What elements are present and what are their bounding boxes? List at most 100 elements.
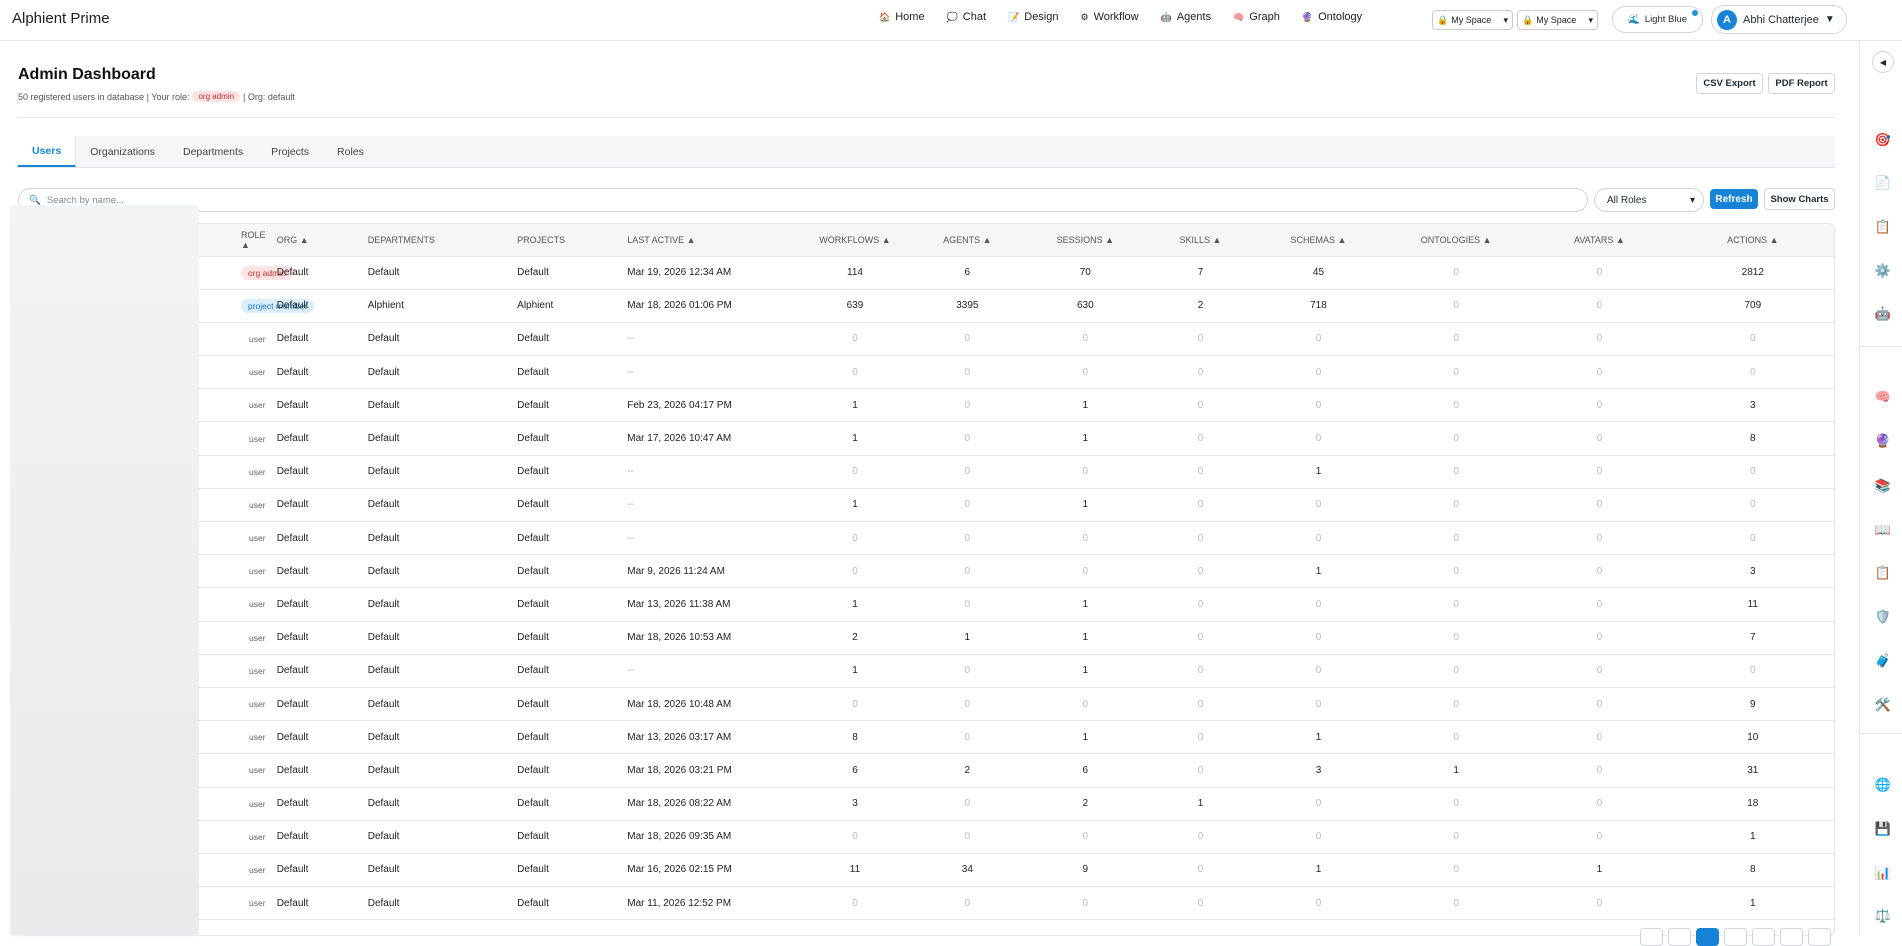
role-badge: user: [249, 333, 266, 344]
role-badge: user: [249, 898, 266, 909]
nav-workflow[interactable]: ⚙ Workflow: [1081, 11, 1139, 23]
page-button[interactable]: [1752, 928, 1775, 946]
table-row[interactable]: user Default Default Default Mar 13, 2026 03…: [19, 720, 1834, 755]
column-header[interactable]: AVATARS ▲: [1529, 224, 1670, 257]
table-cell: 0: [1529, 289, 1670, 323]
tab-projects[interactable]: Projects: [257, 136, 323, 167]
table-row[interactable]: user Default Default Default Mar 9, 2026 11:…: [19, 554, 1834, 589]
document-icon[interactable]: 📄: [1874, 175, 1892, 191]
table-row[interactable]: org admin Default Default Default Mar 19, 20…: [19, 256, 1834, 290]
tools-icon[interactable]: 🛠️: [1874, 697, 1892, 713]
table-cell: 0: [1669, 355, 1834, 390]
table-row[interactable]: user Default Default Default -- 0 0 0 0 0 0 0 0: [19, 521, 1834, 556]
table-row[interactable]: user Default Default Default Mar 18, 2026 03…: [19, 753, 1834, 788]
target-icon[interactable]: 🎯: [1874, 132, 1892, 148]
table-cell: 8: [1669, 421, 1834, 456]
user-menu-button[interactable]: A Abhi Chatterjee ▼: [1711, 5, 1847, 34]
table-row[interactable]: user Default Default Default -- 1 0 1 0 0 0 0 0: [19, 654, 1834, 688]
collapse-sidebar-button[interactable]: ◀: [1872, 51, 1894, 73]
column-header[interactable]: SESSIONS ▲: [1023, 224, 1148, 257]
tab-organizations[interactable]: Organizations: [76, 136, 169, 167]
page-button[interactable]: [1780, 928, 1803, 946]
crystal-ball-icon[interactable]: 🔮: [1874, 433, 1892, 449]
brain-icon[interactable]: 🧠: [1874, 389, 1892, 405]
refresh-button[interactable]: Refresh: [1710, 189, 1758, 209]
csv-export-button[interactable]: CSV Export: [1696, 73, 1763, 94]
column-header[interactable]: WORKFLOWS ▲: [798, 224, 912, 257]
space-select-2[interactable]: 🔒 My Space ▾: [1517, 10, 1598, 30]
table-cell: 0: [1669, 521, 1834, 556]
roles-filter-select[interactable]: All Roles ▾: [1594, 188, 1704, 212]
space-select-1[interactable]: 🔒 My Space ▾: [1432, 10, 1513, 30]
table-row[interactable]: user Default Default Default Mar 16, 2026 02…: [19, 853, 1834, 888]
table-row[interactable]: user Default Default Default Mar 18, 2026 08…: [19, 787, 1834, 821]
table-row[interactable]: user Default Default Default -- 0 0 0 0 0 0 0 0: [19, 322, 1834, 357]
nav-graph[interactable]: 🧠 Graph: [1233, 11, 1280, 23]
brain-icon: 🧠: [1233, 11, 1245, 22]
scales-icon[interactable]: ⚖️: [1874, 908, 1892, 924]
nav-design[interactable]: 📝 Design: [1008, 11, 1058, 23]
table-row[interactable]: user Default Default Default Mar 11, 2026 12…: [19, 886, 1834, 921]
nav-ontology[interactable]: 🔮 Ontology: [1302, 11, 1362, 23]
shield-icon[interactable]: 🛡️: [1874, 609, 1892, 625]
column-header[interactable]: PROJECTS: [511, 224, 622, 257]
clipboard-icon[interactable]: 📋: [1874, 565, 1892, 581]
table-cell: 8: [1669, 853, 1834, 888]
tab-departments[interactable]: Departments: [169, 136, 257, 167]
column-header[interactable]: LAST ACTIVE ▲: [621, 224, 799, 257]
main-nav: 🏠 Home 💭 Chat 📝 Design ⚙ Workflow 🤖 Agents 🧠 G…: [879, 11, 1384, 23]
column-header[interactable]: ACTIONS ▲: [1669, 224, 1834, 257]
table-cell: Default: [511, 720, 622, 755]
page-button-active[interactable]: [1696, 928, 1719, 946]
globe-icon[interactable]: 🌐: [1874, 777, 1892, 793]
table-row[interactable]: user Default Default Default Mar 18, 2026 10…: [19, 687, 1834, 722]
table-row[interactable]: user Default Default Default Mar 17, 2026 10…: [19, 421, 1834, 456]
nav-chat[interactable]: 💭 Chat: [947, 11, 986, 23]
table-cell: 6: [1023, 753, 1148, 788]
tab-roles[interactable]: Roles: [323, 136, 378, 167]
table-row[interactable]: user Default Default Default Feb 23, 2026 04…: [19, 388, 1834, 423]
gear-icon[interactable]: ⚙️: [1874, 263, 1892, 279]
save-icon[interactable]: 💾: [1874, 821, 1892, 837]
briefcase-icon[interactable]: 🧳: [1874, 653, 1892, 669]
table-cell: --: [621, 355, 799, 390]
column-header[interactable]: DEPARTMENTS: [361, 224, 512, 257]
search-icon: 🔍: [29, 194, 41, 206]
table-cell: 6: [798, 753, 912, 788]
clipboard-icon[interactable]: 📋: [1874, 219, 1892, 235]
books-icon[interactable]: 📚: [1874, 478, 1892, 494]
book-icon[interactable]: 📖: [1874, 522, 1892, 538]
page-button[interactable]: [1808, 928, 1831, 946]
table-row[interactable]: user Default Default Default Mar 13, 2026 11…: [19, 587, 1834, 622]
page-button[interactable]: [1724, 928, 1747, 946]
column-header[interactable]: AGENTS ▲: [911, 224, 1024, 257]
table-row[interactable]: project member Default Alphient Alphient Mar…: [19, 289, 1834, 323]
column-header[interactable]: ONTOLOGIES ▲: [1383, 224, 1530, 257]
bar-chart-icon[interactable]: 📊: [1874, 865, 1892, 881]
robot-icon[interactable]: 🤖: [1874, 306, 1892, 322]
show-charts-button[interactable]: Show Charts: [1764, 188, 1835, 210]
table-row[interactable]: user Default Default Default -- 1 0 1 0 0 0 0 0: [19, 488, 1834, 523]
role-badge: user: [249, 798, 266, 809]
column-header[interactable]: SCHEMAS ▲: [1253, 224, 1384, 257]
table-cell: Default: [270, 355, 362, 390]
tab-users[interactable]: Users: [18, 136, 77, 167]
table-row[interactable]: user Default Default Default Mar 18, 2026 10…: [19, 621, 1834, 655]
table-cell: Default: [361, 787, 512, 821]
theme-button[interactable]: 🌊 Light Blue: [1612, 6, 1703, 33]
table-row[interactable]: user Default Default Default Mar 18, 2026 09…: [19, 820, 1834, 854]
column-header[interactable]: ORG ▲: [270, 224, 362, 257]
app-title[interactable]: Alphient Prime: [12, 10, 110, 27]
table-cell: Default: [511, 787, 622, 821]
page-button[interactable]: [1668, 928, 1691, 946]
page-button[interactable]: [1640, 928, 1663, 946]
table-row[interactable]: user Default Default Default -- 0 0 0 0 0 0 0 0: [19, 355, 1834, 390]
nav-agents[interactable]: 🤖 Agents: [1161, 11, 1211, 23]
column-header[interactable]: SKILLS ▲: [1147, 224, 1254, 257]
search-input[interactable]: 🔍 Search by name...: [18, 188, 1588, 212]
pdf-report-button[interactable]: PDF Report: [1768, 73, 1835, 94]
nav-home[interactable]: 🏠 Home: [879, 11, 925, 23]
table-cell: 0: [1253, 521, 1384, 556]
table-cell: Mar 19, 2026 12:34 AM: [621, 256, 799, 290]
table-row[interactable]: user Default Default Default -- 0 0 0 0 1 0 0 0: [19, 455, 1834, 489]
